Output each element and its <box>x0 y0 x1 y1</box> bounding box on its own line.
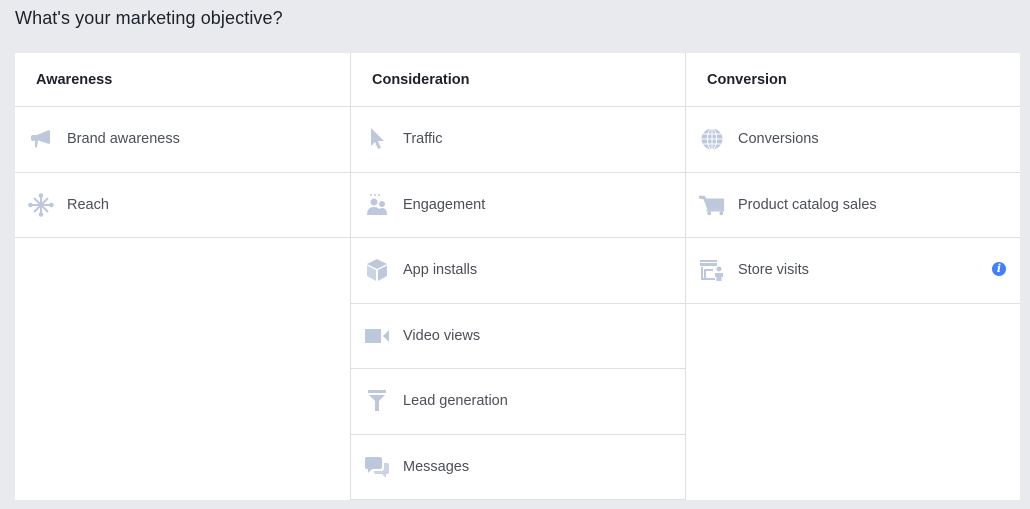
objective-label: Conversions <box>738 131 819 148</box>
column-header: Conversion <box>686 53 1020 107</box>
store-person-icon <box>699 257 725 283</box>
objective-label: Engagement <box>403 196 486 213</box>
objective-product-catalog-sales[interactable]: Product catalog sales <box>686 173 1020 238</box>
objective-app-installs[interactable]: App installs <box>351 238 685 304</box>
objective-label: Messages <box>403 458 470 475</box>
objective-video-views[interactable]: Video views <box>351 304 685 369</box>
objective-label: Reach <box>67 196 109 213</box>
objective-traffic[interactable]: Traffic <box>351 107 685 173</box>
objective-label: Product catalog sales <box>738 196 877 213</box>
objective-reach[interactable]: Reach <box>15 173 350 238</box>
column-awareness: Awareness Brand awareness Reach <box>15 53 351 500</box>
objective-label: Video views <box>403 327 481 344</box>
objective-lead-generation[interactable]: Lead generation <box>351 369 685 435</box>
network-icon <box>28 192 54 218</box>
column-header: Consideration <box>351 53 685 107</box>
objective-store-visits[interactable]: Store visits i <box>686 238 1020 304</box>
objective-label: App installs <box>403 262 478 279</box>
video-camera-icon <box>364 323 390 349</box>
funnel-icon <box>364 388 390 414</box>
objective-conversions[interactable]: Conversions <box>686 107 1020 173</box>
objective-label: Traffic <box>403 131 443 148</box>
column-conversion: Conversion Conversions Product catalog s… <box>686 53 1020 500</box>
objective-label: Store visits <box>738 262 809 279</box>
objective-label: Lead generation <box>403 393 508 410</box>
objective-label: Brand awareness <box>67 131 180 148</box>
info-icon[interactable]: i <box>992 262 1006 276</box>
column-header: Awareness <box>15 53 350 107</box>
megaphone-icon <box>28 126 54 152</box>
objective-table: Awareness Brand awareness Reach Consider… <box>15 53 1020 500</box>
objective-engagement[interactable]: Engagement <box>351 173 685 238</box>
cart-icon <box>699 192 725 218</box>
globe-icon <box>699 126 725 152</box>
cursor-icon <box>364 126 390 152</box>
column-consideration: Consideration Traffic Engagement App ins… <box>351 53 686 500</box>
page-title: What's your marketing objective? <box>15 8 283 28</box>
chat-bubbles-icon <box>364 454 390 480</box>
objective-brand-awareness[interactable]: Brand awareness <box>15 107 350 173</box>
objective-messages[interactable]: Messages <box>351 435 685 500</box>
box-icon <box>364 257 390 283</box>
people-icon <box>364 192 390 218</box>
